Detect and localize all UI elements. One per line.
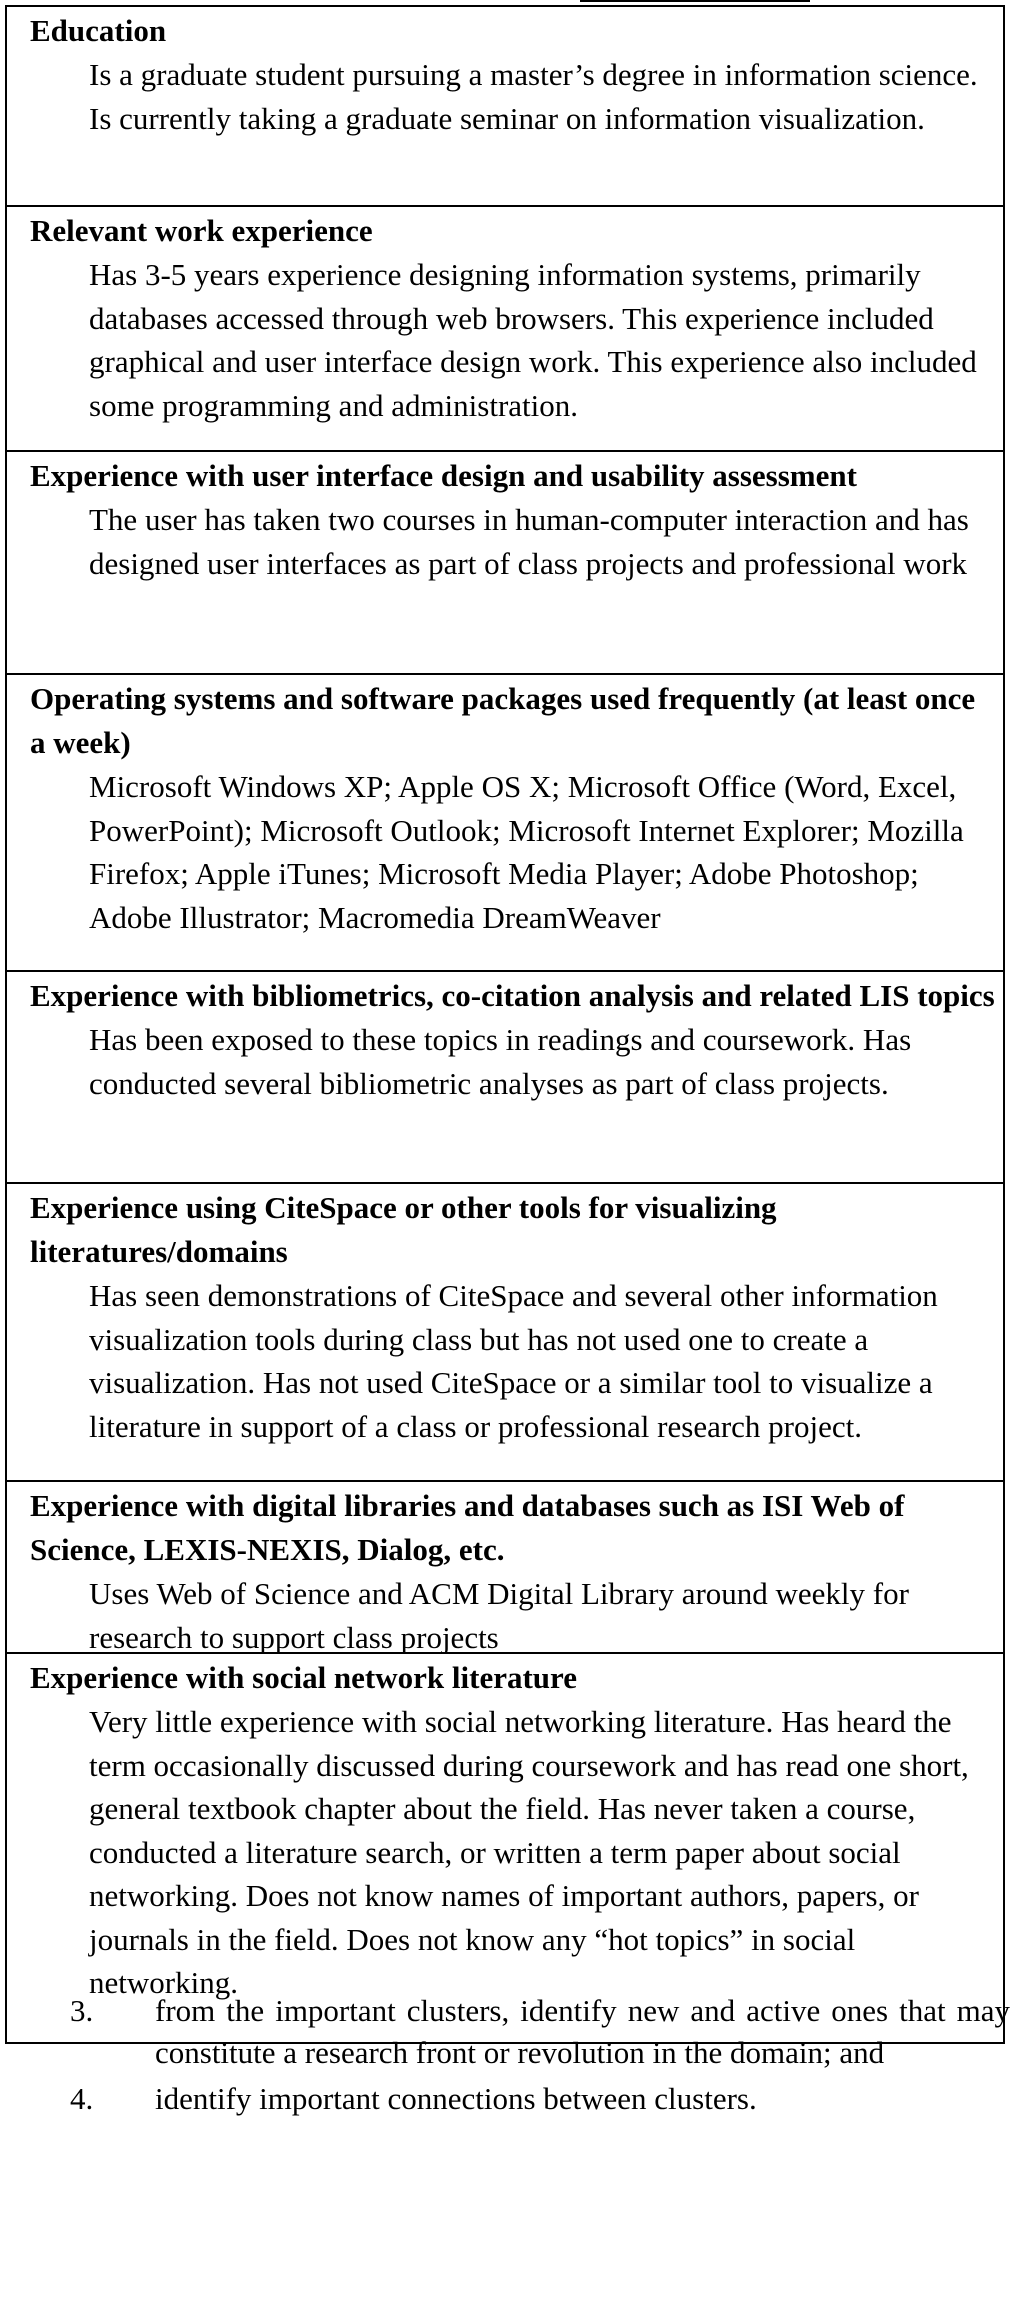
section-title: Operating systems and software packages … (30, 681, 976, 760)
list-number: 3. (70, 1993, 94, 2028)
section-title: Experience with social network literatur… (30, 1660, 577, 1695)
section-software: Operating systems and software packages … (7, 673, 1003, 970)
section-bibliometrics: Experience with bibliometrics, co-citati… (7, 970, 1003, 1182)
section-digital-libraries: Experience with digital libraries and da… (7, 1480, 1003, 1652)
section-citespace: Experience using CiteSpace or other tool… (7, 1182, 1003, 1480)
list-number: 4. (70, 2081, 94, 2116)
section-body: Is a graduate student pursuing a master’… (89, 57, 978, 136)
section-education: Education Is a graduate student pursuing… (7, 7, 1003, 205)
section-body: The user has taken two courses in human-… (89, 502, 969, 581)
section-title: Experience with user interface design an… (30, 458, 857, 493)
section-body: Has 3-5 years experience designing infor… (89, 257, 977, 423)
section-title: Experience with bibliometrics, co-citati… (30, 978, 995, 1013)
section-body: Has been exposed to these topics in read… (89, 1022, 912, 1101)
section-ui-design: Experience with user interface design an… (7, 450, 1003, 673)
list-item: 3. from the important clusters, identify… (70, 1990, 1010, 2074)
user-profile-table: Education Is a graduate student pursuing… (5, 5, 1005, 2044)
section-body: Uses Web of Science and ACM Digital Libr… (89, 1576, 909, 1652)
top-rule (580, 0, 810, 2)
section-body: Microsoft Windows XP; Apple OS X; Micros… (89, 769, 964, 935)
section-title: Relevant work experience (30, 213, 373, 248)
section-title: Experience with digital libraries and da… (30, 1488, 905, 1567)
section-title: Experience using CiteSpace or other tool… (30, 1190, 777, 1269)
numbered-list: 3. from the important clusters, identify… (70, 1990, 1010, 2120)
list-item: 4. identify important connections betwee… (70, 2078, 1010, 2120)
section-body: Has seen demonstrations of CiteSpace and… (89, 1278, 938, 1444)
section-title: Education (30, 13, 167, 48)
list-text: from the important clusters, identify ne… (155, 1993, 1010, 2070)
section-social-network: Experience with social network literatur… (7, 1652, 1003, 2042)
section-work-experience: Relevant work experience Has 3-5 years e… (7, 205, 1003, 450)
section-body: Very little experience with social netwo… (89, 1704, 969, 2000)
list-text: identify important connections between c… (155, 2081, 757, 2116)
